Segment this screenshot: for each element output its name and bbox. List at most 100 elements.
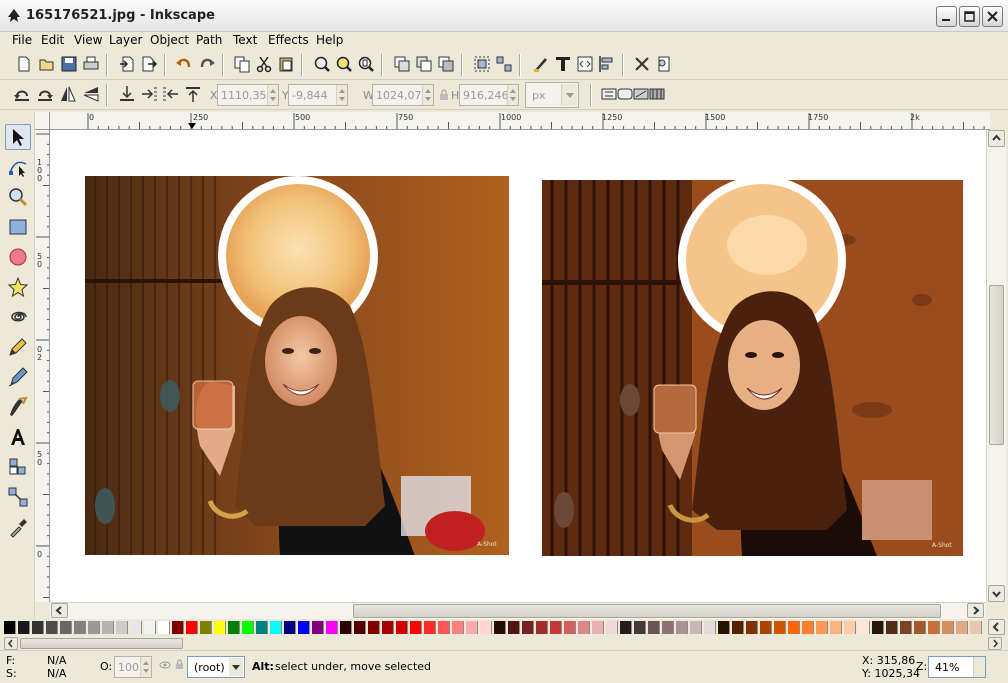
flip-horizontal-button[interactable]: [58, 84, 78, 104]
horizontal-scroll-thumb[interactable]: [353, 604, 941, 618]
color-swatch[interactable]: [900, 621, 912, 634]
node-tool[interactable]: [5, 154, 31, 180]
preferences-button[interactable]: [632, 54, 652, 74]
menu-file[interactable]: File: [12, 33, 32, 47]
menu-path[interactable]: Path: [196, 33, 222, 47]
color-swatch[interactable]: [242, 621, 254, 634]
text-font-button[interactable]: [553, 54, 573, 74]
menu-view[interactable]: View: [74, 33, 102, 47]
undo-button[interactable]: [174, 54, 194, 74]
color-swatch[interactable]: [788, 621, 800, 634]
color-swatch[interactable]: [886, 621, 898, 634]
color-swatch[interactable]: [172, 621, 184, 634]
palette-scroll-right[interactable]: [988, 637, 1002, 650]
zoom-field[interactable]: 41%: [928, 656, 986, 678]
color-swatch[interactable]: [18, 621, 30, 634]
group-button[interactable]: [472, 54, 492, 74]
pencil-tool[interactable]: [5, 334, 31, 360]
w-spin-arrows[interactable]: [422, 85, 433, 105]
calligraphy-tool[interactable]: [5, 394, 31, 420]
close-button[interactable]: [982, 6, 1003, 27]
menu-layer[interactable]: Layer: [109, 33, 142, 47]
color-swatch[interactable]: [830, 621, 842, 634]
menu-object[interactable]: Object: [150, 33, 189, 47]
align-distribute-button[interactable]: [597, 54, 617, 74]
import-button[interactable]: [117, 54, 137, 74]
paste-button[interactable]: [276, 54, 296, 74]
stroke-value[interactable]: N/A: [47, 667, 66, 680]
color-swatch[interactable]: [4, 621, 16, 634]
color-swatch[interactable]: [256, 621, 268, 634]
clone-button[interactable]: [414, 54, 434, 74]
color-swatch[interactable]: [970, 621, 982, 634]
rotate-ccw-button[interactable]: [12, 84, 32, 104]
scroll-left-button[interactable]: [51, 603, 68, 618]
transform-patterns-toggle[interactable]: [647, 84, 667, 104]
horizontal-ruler[interactable]: 0 250 500 750 1000 1250 1500 1750 2k: [50, 112, 990, 130]
redo-button[interactable]: [197, 54, 217, 74]
menu-text[interactable]: Text: [233, 33, 257, 47]
color-swatch[interactable]: [536, 621, 548, 634]
color-swatch[interactable]: [578, 621, 590, 634]
zoom-drawing-button[interactable]: [334, 54, 354, 74]
h-spin-arrows[interactable]: [507, 85, 518, 105]
document-properties-button[interactable]: [654, 54, 674, 74]
h-field[interactable]: 916,246: [459, 84, 519, 106]
pen-tool[interactable]: [5, 364, 31, 390]
layer-select[interactable]: (root): [187, 656, 245, 678]
color-swatch[interactable]: [816, 621, 828, 634]
color-swatch[interactable]: [326, 621, 338, 634]
palette-scrollbar[interactable]: [0, 636, 1008, 651]
color-swatch[interactable]: [452, 621, 464, 634]
color-swatch[interactable]: [676, 621, 688, 634]
color-swatch[interactable]: [88, 621, 100, 634]
vertical-ruler[interactable]: 1 0 0 5 0 0 2 5 0 0: [35, 130, 50, 602]
unlink-clone-button[interactable]: [436, 54, 456, 74]
w-field[interactable]: 1024,075: [372, 84, 434, 106]
ungroup-button[interactable]: [494, 54, 514, 74]
color-swatch[interactable]: [746, 621, 758, 634]
color-swatch[interactable]: [606, 621, 618, 634]
color-swatch[interactable]: [312, 621, 324, 634]
color-swatch[interactable]: [914, 621, 926, 634]
lock-icon[interactable]: [175, 659, 184, 673]
color-swatch[interactable]: [382, 621, 394, 634]
vertical-scrollbar[interactable]: [986, 130, 1006, 602]
color-swatch[interactable]: [144, 621, 156, 634]
color-swatch[interactable]: [732, 621, 744, 634]
open-button[interactable]: [37, 54, 57, 74]
color-swatch[interactable]: [844, 621, 856, 634]
raise-button[interactable]: [161, 84, 181, 104]
zoom-spin-arrows[interactable]: [973, 657, 985, 677]
color-swatch[interactable]: [438, 621, 450, 634]
color-swatch[interactable]: [396, 621, 408, 634]
color-swatch[interactable]: [508, 621, 520, 634]
fill-stroke-button[interactable]: [531, 54, 551, 74]
color-swatch[interactable]: [354, 621, 366, 634]
color-swatch[interactable]: [662, 621, 674, 634]
xml-editor-button[interactable]: [575, 54, 595, 74]
color-swatch[interactable]: [942, 621, 954, 634]
maximize-button[interactable]: [959, 6, 980, 27]
copy-button[interactable]: [232, 54, 252, 74]
color-swatch[interactable]: [802, 621, 814, 634]
color-swatch[interactable]: [424, 621, 436, 634]
color-swatch[interactable]: [760, 621, 772, 634]
ellipse-tool[interactable]: [5, 244, 31, 270]
color-swatch[interactable]: [648, 621, 660, 634]
zoom-selection-button[interactable]: [312, 54, 332, 74]
export-button[interactable]: [139, 54, 159, 74]
color-swatch[interactable]: [102, 621, 114, 634]
color-swatch[interactable]: [690, 621, 702, 634]
color-swatch[interactable]: [298, 621, 310, 634]
scroll-up-button[interactable]: [988, 130, 1005, 147]
color-swatch[interactable]: [634, 621, 646, 634]
lock-icon[interactable]: [439, 89, 449, 101]
scroll-down-button[interactable]: [988, 585, 1005, 602]
star-tool[interactable]: [5, 274, 31, 300]
menu-effects[interactable]: Effects: [268, 33, 309, 47]
menu-edit[interactable]: Edit: [41, 33, 64, 47]
color-swatch[interactable]: [774, 621, 786, 634]
color-swatch[interactable]: [928, 621, 940, 634]
color-swatch[interactable]: [620, 621, 632, 634]
